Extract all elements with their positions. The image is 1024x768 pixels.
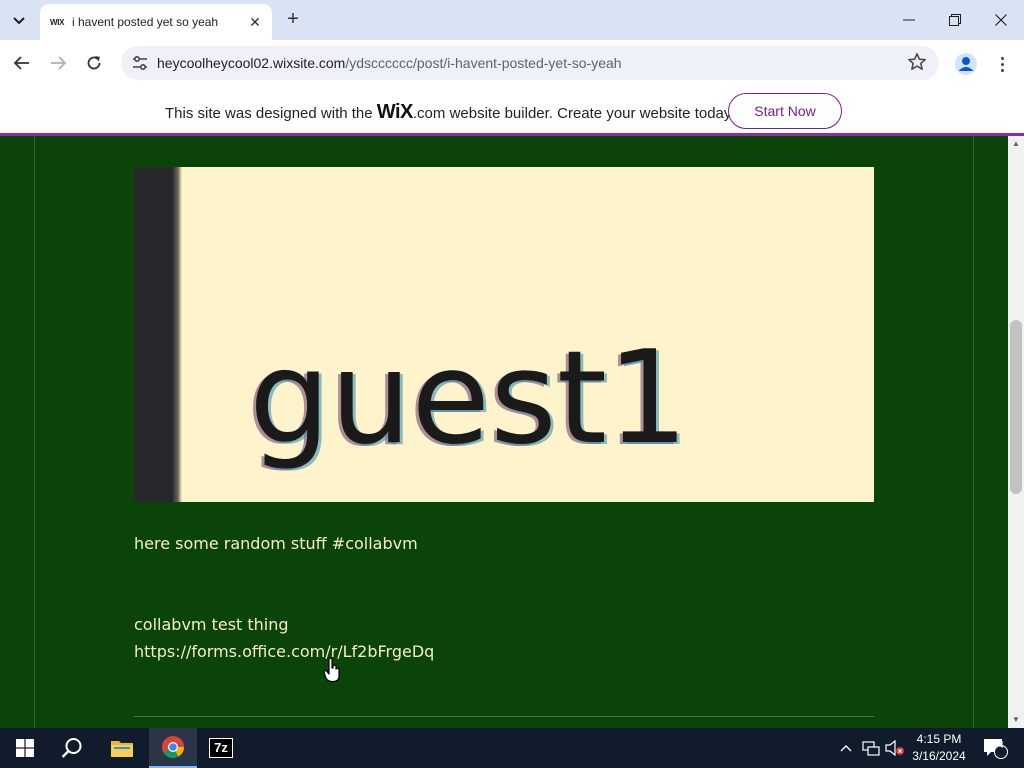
wix-logo: WiX [376, 101, 414, 123]
search-icon [61, 738, 82, 758]
scroll-up-arrow-icon[interactable]: ▲ [1008, 136, 1024, 150]
browser-tab-active[interactable]: WIX i havent posted yet so yeah ✕ [40, 4, 272, 40]
start-button[interactable] [2, 728, 48, 768]
notification-count: 4 [998, 740, 1004, 751]
tab-close-button[interactable]: ✕ [246, 14, 264, 31]
minimize-button[interactable] [886, 0, 932, 40]
hand-cursor-icon [323, 657, 340, 683]
new-tab-button[interactable]: + [282, 9, 304, 31]
chrome-taskbar-button[interactable] [149, 728, 197, 768]
post-divider [134, 716, 874, 717]
arrow-right-icon [51, 56, 66, 70]
forward-button[interactable] [46, 51, 70, 75]
notification-center-button[interactable]: 4 [978, 728, 1012, 768]
site-info-icon[interactable] [131, 54, 149, 72]
page-content: guest1 guest1 guest1 here some random st… [0, 136, 1008, 728]
network-tray-icon[interactable] [860, 728, 882, 768]
image-text: guest1 [249, 324, 688, 473]
restore-button[interactable] [932, 0, 978, 40]
scrollbar-thumb[interactable] [1010, 320, 1022, 494]
tab-title: i havent posted yet so yeah [72, 15, 219, 29]
bookmark-star-icon[interactable] [907, 52, 927, 78]
browser-menu-button[interactable] [992, 52, 1012, 76]
url-host: heycoolheycool02.wixsite.com [157, 55, 346, 71]
post-paragraph-2: collabvm test thing [134, 615, 289, 634]
avatar-icon [955, 53, 977, 75]
tab-search-button[interactable] [6, 8, 32, 34]
minimize-icon [903, 19, 915, 21]
address-bar[interactable]: heycoolheycool02.wixsite.com/ydscccccc/p… [121, 46, 939, 80]
speaker-muted-icon [885, 740, 904, 756]
system-clock[interactable]: 4:15 PM 3/16/2024 [908, 731, 970, 765]
volume-tray-icon[interactable] [884, 728, 906, 768]
browser-toolbar: heycoolheycool02.wixsite.com/ydscccccc/p… [0, 40, 1024, 86]
wix-banner-text: This site was designed with the WiX.com … [165, 101, 735, 123]
taskbar-search-button[interactable] [49, 728, 95, 768]
windows-taskbar: 7z 4:15 PM 3/16/2024 4 [0, 728, 1024, 768]
url-text[interactable]: heycoolheycool02.wixsite.com/ydscccccc/p… [157, 55, 622, 71]
reload-icon [87, 56, 101, 70]
chevron-up-icon [840, 745, 852, 752]
chrome-icon [162, 736, 184, 758]
clock-date: 3/16/2024 [912, 749, 966, 763]
7zip-taskbar-button[interactable]: 7z [198, 728, 244, 768]
post-paragraph-1: here some random stuff #collabvm [134, 534, 418, 553]
url-path: /ydscccccc/post/i-havent-posted-yet-so-y… [345, 55, 622, 71]
7zip-icon: 7z [209, 738, 233, 758]
guest1-screenshot-image: guest1 guest1 guest1 [246, 324, 691, 475]
forms-link[interactable]: https://forms.office.com/r/Lf2bFrgeDq [134, 642, 434, 661]
profile-button[interactable] [954, 52, 978, 76]
reload-button[interactable] [82, 51, 106, 75]
post-link-line: https://forms.office.com/r/Lf2bFrgeDq [134, 642, 434, 661]
restore-icon [949, 14, 961, 26]
start-now-button[interactable]: Start Now [728, 93, 842, 129]
show-hidden-icons-button[interactable] [836, 728, 856, 768]
wix-banner: This site was designed with the WiX.com … [0, 86, 1024, 136]
back-button[interactable] [10, 51, 34, 75]
tab-strip: WIX i havent posted yet so yeah ✕ + [0, 0, 1024, 40]
close-window-button[interactable] [978, 0, 1024, 40]
arrow-left-icon [14, 56, 29, 70]
file-explorer-button[interactable] [99, 728, 145, 768]
scroll-down-arrow-icon[interactable]: ▼ [1008, 712, 1024, 726]
folder-icon [111, 741, 133, 757]
close-icon [995, 14, 1007, 26]
star-icon [908, 53, 926, 70]
windows-logo-icon [16, 739, 34, 757]
wix-favicon-icon: WIX [50, 17, 65, 27]
chevron-down-icon [13, 17, 25, 25]
clock-time: 4:15 PM [916, 732, 962, 746]
post-image[interactable]: guest1 guest1 guest1 [134, 167, 874, 502]
network-icon [862, 741, 880, 756]
